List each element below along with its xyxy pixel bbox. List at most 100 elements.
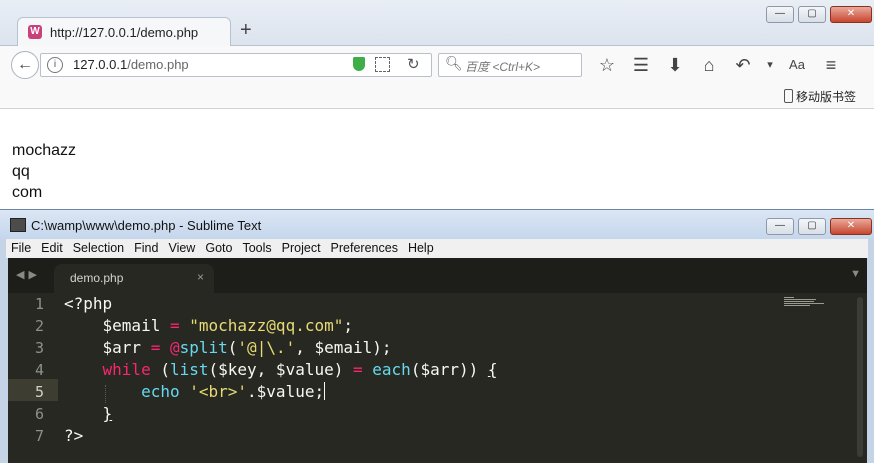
url-bar[interactable]: i 127.0.0.1/demo.php ↻ [40,53,432,77]
minimap-line [784,297,794,298]
text-cursor [324,382,326,400]
code-line-5: echo '<br>'.$value; [64,381,326,403]
output-line: com [12,184,43,201]
minimap-line [784,301,814,302]
reload-icon[interactable]: ↻ [407,55,420,73]
back-arrow-icon[interactable]: ← [11,51,39,79]
reader-list-icon[interactable]: ☰ [624,53,658,77]
editor-window-controls: — ▢ ✕ [766,218,872,235]
url-text[interactable]: 127.0.0.1/demo.php [73,57,189,72]
tab-list-dropdown-icon[interactable]: ▼ [850,268,861,280]
url-path: /demo.php [127,57,189,72]
line-number: 5 [34,383,44,401]
dropdown-icon[interactable]: ▾ [760,53,780,77]
minimize-button[interactable]: — [766,6,794,23]
minimize-button[interactable]: — [766,218,794,235]
line-number: 7 [34,427,44,445]
maximize-button[interactable]: ▢ [798,218,826,235]
line-number: 4 [34,361,44,379]
tab-scroll-arrows-icon[interactable]: ◀▶ [16,268,41,281]
maximize-button[interactable]: ▢ [798,6,826,23]
code-args: ($arr)) [410,360,488,379]
browser-window: W http://127.0.0.1/demo.php + — ▢ ✕ ← i … [0,0,874,210]
reader-mode-icon[interactable]: Aa [780,53,814,77]
minimap-line [784,305,810,306]
code-args: , $email); [295,338,392,357]
code-editor[interactable]: 1 2 3 4 5 6 7 <?php $email = "mochazz@qq… [8,293,867,463]
menu-edit[interactable]: Edit [36,239,68,258]
editor-window: C:\wamp\www\demo.php - Sublime Text — ▢ … [0,209,874,463]
menu-find[interactable]: Find [129,239,163,258]
code-line-1: <?php [64,293,112,315]
line-gutter: 1 2 3 4 5 6 7 [8,293,64,463]
info-icon[interactable]: i [47,57,63,73]
close-tab-icon[interactable]: × [197,270,204,284]
browser-tab-title: http://127.0.0.1/demo.php [50,25,199,40]
menu-goto[interactable]: Goto [200,239,237,258]
code-punct: ( [150,360,170,379]
shield-icon[interactable] [353,57,365,71]
menu-view[interactable]: View [163,239,200,258]
menu-help[interactable]: Help [403,239,439,258]
close-button[interactable]: ✕ [830,218,872,235]
code-keyword: while [102,360,151,379]
minimap-line [784,299,816,300]
code-var: $email [102,316,161,335]
code-operator: = [353,360,363,379]
wamp-icon: W [28,25,42,39]
editor-tab[interactable]: demo.php × [54,264,214,293]
star-icon[interactable]: ☆ [590,53,624,77]
minimap[interactable] [784,297,828,311]
code-punct: ; [343,316,353,335]
editor-tab-label: demo.php [70,271,124,285]
editor-titlebar: C:\wamp\www\demo.php - Sublime Text — ▢ … [0,210,874,239]
search-placeholder: 百度 <Ctrl+K> [465,60,541,74]
code-function: each [372,360,411,379]
code-line-3: $arr = @split('@|\.', $email); [64,337,392,359]
code-operator: = [160,316,190,335]
line-number: 6 [34,405,44,423]
search-field[interactable]: 🔍︎ 百度 <Ctrl+K> [438,53,582,77]
code-args: ($key, $value) [208,360,353,379]
code-php-open: <?php [64,294,113,313]
sublime-icon [10,218,26,232]
browser-navbar: ← i 127.0.0.1/demo.php ↻ 🔍︎ 百度 <Ctrl+K> … [0,46,874,84]
bookmarks-bar: 移动版书签 [0,84,874,109]
menu-tools[interactable]: Tools [237,239,276,258]
menu-icon[interactable]: ≡ [814,53,848,77]
search-icon: 🔍︎ [445,55,463,71]
close-button[interactable]: ✕ [830,6,872,23]
code-punct: ( [227,338,238,357]
mobile-bookmarks[interactable]: 移动版书签 [783,88,856,105]
line-number: 3 [34,339,44,357]
code-php-close: ?> [64,426,84,445]
download-icon[interactable]: ⬇ [658,53,692,77]
output-line: mochazz [12,142,77,159]
menu-project[interactable]: Project [277,239,326,258]
qr-code-icon[interactable] [375,57,390,72]
mobile-bookmarks-label: 移动版书签 [795,90,856,104]
code-string: '<br>' [189,382,248,401]
output-line: qq [12,163,30,180]
menu-selection[interactable]: Selection [68,239,129,258]
code-var: $arr [102,338,142,357]
menu-file[interactable]: File [6,239,36,258]
menu-preferences[interactable]: Preferences [326,239,403,258]
editor-scrollbar[interactable] [857,297,863,457]
code-function: echo [141,382,180,401]
browser-tab[interactable]: W http://127.0.0.1/demo.php [17,17,231,47]
code-suppress: @ [169,338,180,357]
editor-menubar: File Edit Selection Find View Goto Tools… [6,239,868,258]
code-string: "mochazz@qq.com" [189,316,344,335]
code-brace: } [102,404,113,423]
new-tab-button[interactable]: + [240,20,252,40]
code-brace: { [487,360,498,379]
undo-icon[interactable]: ↶ [726,53,760,77]
home-icon[interactable]: ⌂ [692,53,726,77]
browser-tabstrip: W http://127.0.0.1/demo.php + — ▢ ✕ [0,0,874,47]
code-line-7: ?> [64,425,83,447]
code-line-4: while (list($key, $value) = each($arr)) … [64,359,498,381]
browser-toolbar: ☆ ☰ ⬇ ⌂ ↶ ▾ Aa ≡ [590,53,848,77]
